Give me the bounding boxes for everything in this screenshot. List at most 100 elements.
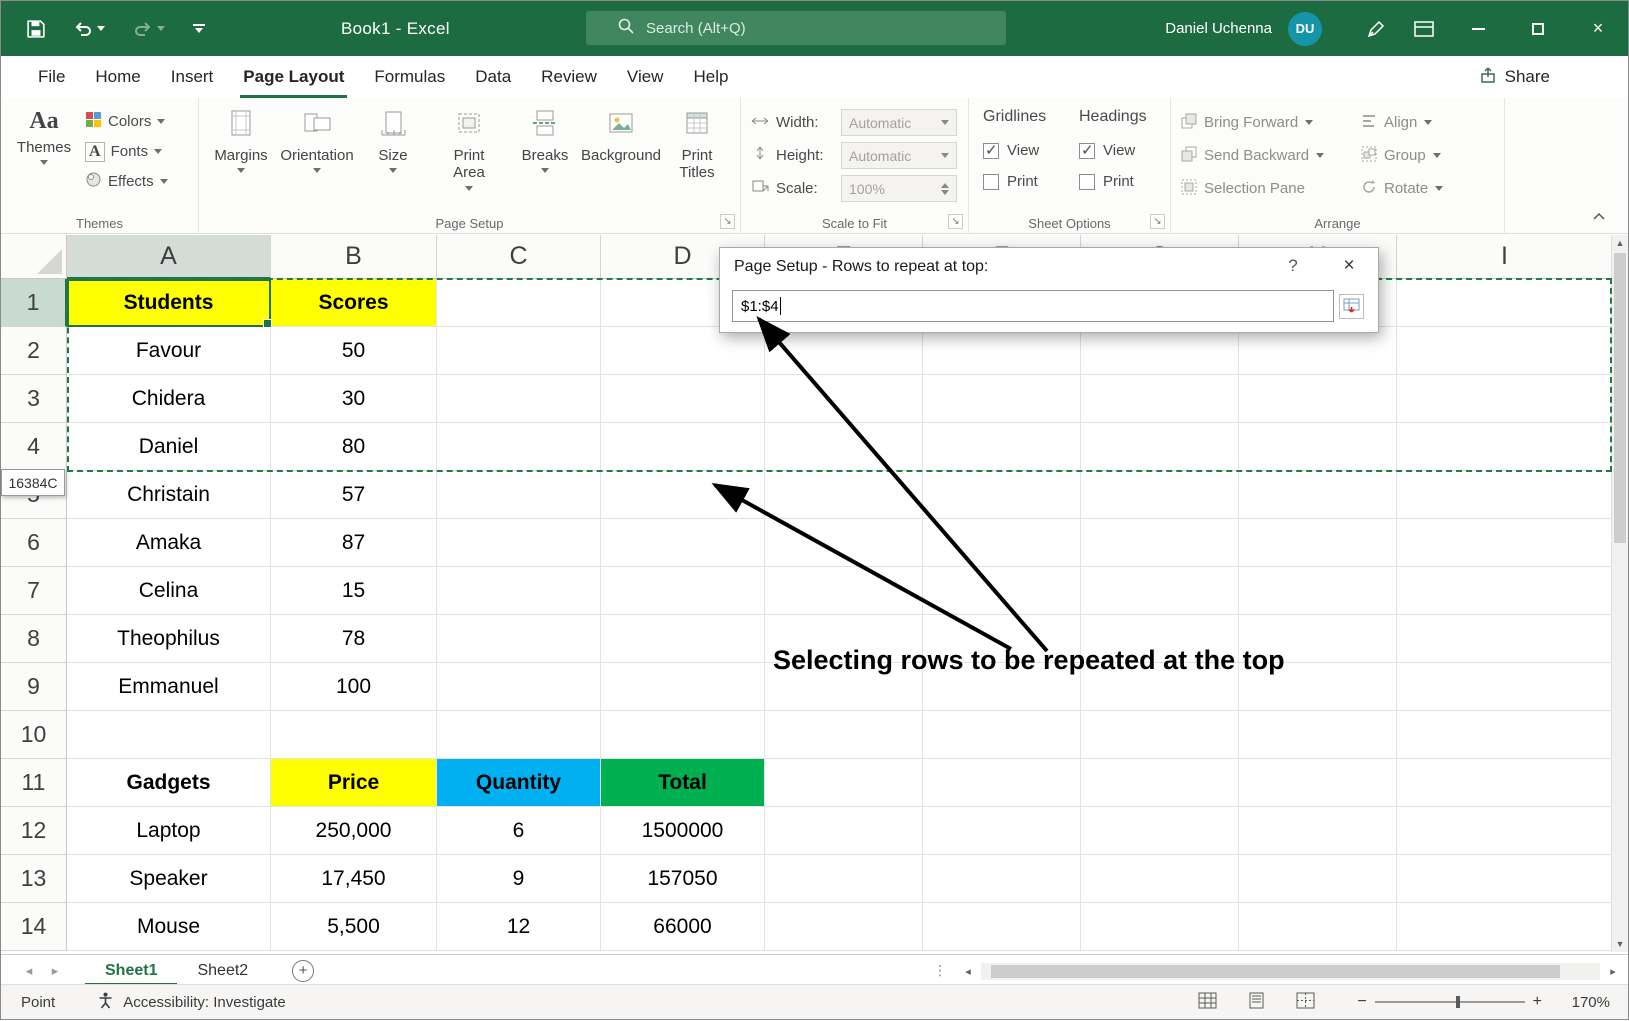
cell-D2[interactable] xyxy=(601,327,765,375)
column-header-B[interactable]: B xyxy=(271,235,437,279)
accessibility-status[interactable]: Accessibility: Investigate xyxy=(97,992,286,1013)
row-header-3[interactable]: 3 xyxy=(1,375,67,423)
page-layout-view-icon[interactable] xyxy=(1247,992,1266,1013)
cell-I5[interactable] xyxy=(1397,471,1613,519)
cell-G14[interactable] xyxy=(1081,903,1239,951)
width-select[interactable]: Automatic xyxy=(841,109,957,136)
rotate-button[interactable]: Rotate xyxy=(1361,172,1443,205)
tab-scroll-left-icon[interactable]: ◂ xyxy=(17,963,41,979)
cell-H5[interactable] xyxy=(1239,471,1397,519)
cell-G11[interactable] xyxy=(1081,759,1239,807)
new-sheet-button[interactable]: + xyxy=(292,960,314,982)
cell-B8[interactable]: 78 xyxy=(271,615,437,663)
page-setup-dialog-launcher[interactable]: ↘ xyxy=(720,214,735,229)
cell-I6[interactable] xyxy=(1397,519,1613,567)
colors-button[interactable]: Colors xyxy=(85,108,168,135)
undo-button[interactable] xyxy=(73,21,105,37)
cell-B1[interactable]: Scores xyxy=(271,279,437,327)
scale-input[interactable]: 100% xyxy=(841,175,957,202)
zoom-out-button[interactable]: − xyxy=(1357,993,1366,1011)
print-area-button[interactable]: Print Area xyxy=(431,100,507,204)
column-header-C[interactable]: C xyxy=(437,235,601,279)
cell-E4[interactable] xyxy=(765,423,923,471)
cell-D10[interactable] xyxy=(601,711,765,759)
cell-I3[interactable] xyxy=(1397,375,1613,423)
tab-formulas[interactable]: Formulas xyxy=(359,56,460,98)
cell-G12[interactable] xyxy=(1081,807,1239,855)
cell-I9[interactable] xyxy=(1397,663,1613,711)
cell-B3[interactable]: 30 xyxy=(271,375,437,423)
cell-C7[interactable] xyxy=(437,567,601,615)
gridlines-print-checkbox[interactable]: Print xyxy=(983,166,1071,197)
cell-A1[interactable]: Students xyxy=(67,279,271,327)
tab-help[interactable]: Help xyxy=(678,56,743,98)
cell-I14[interactable] xyxy=(1397,903,1613,951)
background-button[interactable]: Background xyxy=(583,100,659,204)
sheet-tab-sheet1[interactable]: Sheet1 xyxy=(85,955,177,986)
cell-D7[interactable] xyxy=(601,567,765,615)
cell-A6[interactable]: Amaka xyxy=(67,519,271,567)
horizontal-scrollbar-thumb[interactable] xyxy=(991,965,1560,978)
cell-C6[interactable] xyxy=(437,519,601,567)
cell-H7[interactable] xyxy=(1239,567,1397,615)
column-header-I[interactable]: I xyxy=(1397,235,1613,279)
cell-D6[interactable] xyxy=(601,519,765,567)
cell-F6[interactable] xyxy=(923,519,1081,567)
cell-C5[interactable] xyxy=(437,471,601,519)
scroll-right-icon[interactable]: ▸ xyxy=(1604,965,1622,978)
align-button[interactable]: Align xyxy=(1361,106,1443,139)
cell-I10[interactable] xyxy=(1397,711,1613,759)
undo-dropdown-icon[interactable] xyxy=(97,26,105,31)
cell-D12[interactable]: 1500000 xyxy=(601,807,765,855)
minimize-button[interactable] xyxy=(1448,1,1508,56)
cell-D11[interactable]: Total xyxy=(601,759,765,807)
cell-C9[interactable] xyxy=(437,663,601,711)
cell-C4[interactable] xyxy=(437,423,601,471)
cell-D3[interactable] xyxy=(601,375,765,423)
search-input[interactable]: Search (Alt+Q) xyxy=(586,11,1006,45)
cell-E10[interactable] xyxy=(765,711,923,759)
size-button[interactable]: Size xyxy=(355,100,431,204)
ribbon-display-options-icon[interactable] xyxy=(1400,1,1448,56)
cell-E13[interactable] xyxy=(765,855,923,903)
cell-C14[interactable]: 12 xyxy=(437,903,601,951)
tab-insert[interactable]: Insert xyxy=(156,56,229,98)
cell-B4[interactable]: 80 xyxy=(271,423,437,471)
cell-D8[interactable] xyxy=(601,615,765,663)
cell-A3[interactable]: Chidera xyxy=(67,375,271,423)
tab-home[interactable]: Home xyxy=(80,56,155,98)
row-header-2[interactable]: 2 xyxy=(1,327,67,375)
cell-F11[interactable] xyxy=(923,759,1081,807)
maximize-button[interactable] xyxy=(1508,1,1568,56)
cell-E12[interactable] xyxy=(765,807,923,855)
user-name[interactable]: Daniel Uchenna xyxy=(1165,20,1272,37)
cell-D9[interactable] xyxy=(601,663,765,711)
cell-A4[interactable]: Daniel xyxy=(67,423,271,471)
row-header-13[interactable]: 13 xyxy=(1,855,67,903)
cell-B2[interactable]: 50 xyxy=(271,327,437,375)
close-button[interactable]: × xyxy=(1568,1,1628,56)
cell-H10[interactable] xyxy=(1239,711,1397,759)
row-header-14[interactable]: 14 xyxy=(1,903,67,951)
cell-D4[interactable] xyxy=(601,423,765,471)
cell-F5[interactable] xyxy=(923,471,1081,519)
cell-G6[interactable] xyxy=(1081,519,1239,567)
cell-B10[interactable] xyxy=(271,711,437,759)
cell-I13[interactable] xyxy=(1397,855,1613,903)
cell-B6[interactable]: 87 xyxy=(271,519,437,567)
sheet-tab-sheet2[interactable]: Sheet2 xyxy=(177,955,268,986)
cell-A7[interactable]: Celina xyxy=(67,567,271,615)
horizontal-scrollbar[interactable]: ◂ ▸ xyxy=(959,959,1622,983)
cell-A12[interactable]: Laptop xyxy=(67,807,271,855)
cell-C1[interactable] xyxy=(437,279,601,327)
tabbar-divider[interactable]: ⋮ xyxy=(933,962,947,979)
vertical-scrollbar[interactable]: ▲ ▼ xyxy=(1611,235,1628,952)
headings-print-checkbox[interactable]: Print xyxy=(1079,166,1161,197)
cell-C10[interactable] xyxy=(437,711,601,759)
group-button[interactable]: Group xyxy=(1361,139,1443,172)
cell-C8[interactable] xyxy=(437,615,601,663)
cell-E6[interactable] xyxy=(765,519,923,567)
height-select[interactable]: Automatic xyxy=(841,142,957,169)
collapse-ribbon-button[interactable] xyxy=(1592,207,1606,225)
cell-C2[interactable] xyxy=(437,327,601,375)
